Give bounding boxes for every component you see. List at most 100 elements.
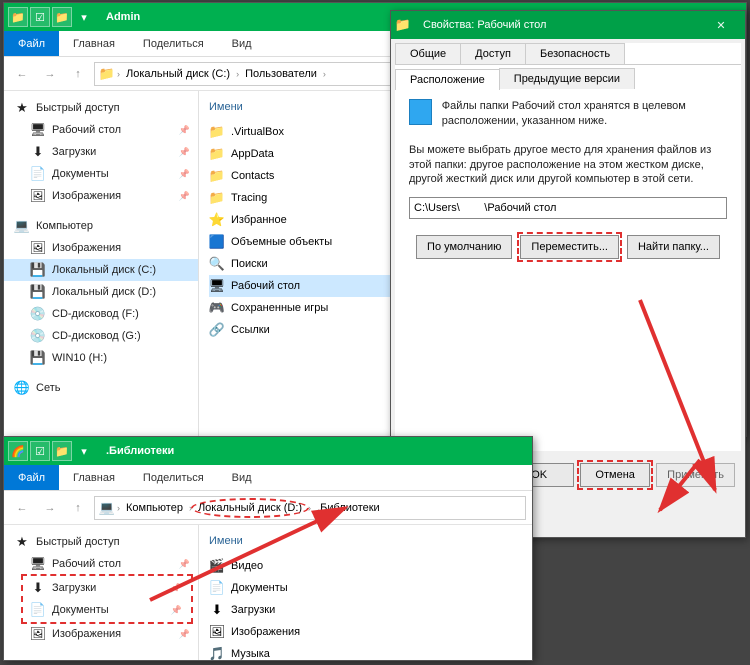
file-tab[interactable]: Файл [4, 31, 59, 56]
tree-computer[interactable]: 💻Компьютер [4, 215, 198, 237]
desktop-icon: 🖥 [30, 122, 46, 138]
up-button[interactable]: ↑ [66, 496, 90, 520]
link-icon: 🔗 [209, 322, 225, 338]
qat-btn[interactable]: 📁 [52, 441, 72, 461]
info-text-2: Вы можете выбрать другое место для хране… [409, 143, 727, 188]
drive-icon: 💾 [30, 262, 46, 278]
crumb[interactable]: Локальный диск (C:) [122, 68, 234, 80]
tab-security[interactable]: Безопасность [525, 43, 625, 64]
picture-icon: 🖼 [209, 624, 225, 640]
download-icon: ⬇ [209, 602, 225, 618]
tree-item[interactable]: 🖼Изображения [4, 237, 198, 259]
tab-row-2: Расположение Предыдущие версии [395, 65, 741, 89]
breadcrumb[interactable]: 💻 › Компьютер › Локальный диск (D:) › .Б… [94, 496, 526, 520]
folder-icon: 📁 [8, 7, 28, 27]
tree-win10[interactable]: 💾WIN10 (H:) [4, 347, 198, 369]
view-tab[interactable]: Вид [218, 31, 266, 56]
cd-icon: 💿 [30, 328, 46, 344]
video-icon: 🎬 [209, 558, 225, 574]
desktop-icon: 🖥 [30, 556, 46, 572]
qat-expand[interactable]: ▾ [74, 441, 94, 461]
tree-cd-f[interactable]: 💿CD-дисковод (F:) [4, 303, 198, 325]
cancel-button[interactable]: Отмена [580, 463, 650, 487]
qat-btn[interactable]: ☑ [30, 441, 50, 461]
tab-location[interactable]: Расположение [395, 69, 500, 90]
document-icon: 📄 [30, 602, 46, 618]
qat-expand[interactable]: ▾ [74, 7, 94, 27]
network-icon: 🌐 [14, 380, 30, 396]
crumb[interactable]: Компьютер [122, 502, 187, 514]
home-tab[interactable]: Главная [59, 465, 129, 490]
list-item[interactable]: 🖼Изображения [209, 621, 522, 643]
document-icon: 📄 [30, 166, 46, 182]
tree-cd-g[interactable]: 💿CD-дисковод (G:) [4, 325, 198, 347]
search-icon: 🔍 [209, 256, 225, 272]
quick-access[interactable]: ★Быстрый доступ [4, 531, 198, 553]
tree-pictures[interactable]: 🖼Изображения [4, 623, 198, 645]
close-button[interactable]: ✕ [701, 11, 741, 39]
forward-button[interactable]: → [38, 496, 62, 520]
apply-button[interactable]: Применить [656, 463, 735, 487]
window-title: .Библиотеки [106, 445, 174, 457]
download-icon: ⬇ [30, 580, 46, 596]
nav-tree: ★Быстрый доступ 🖥Рабочий стол ⬇Загрузки … [4, 525, 199, 660]
list-item[interactable]: 🎬Видео [209, 555, 522, 577]
folder-icon: 📁 [99, 66, 115, 82]
crumb-drive-d[interactable]: Локальный диск (D:) [194, 501, 306, 515]
info-text-1: Файлы папки Рабочий стол хранятся в целе… [442, 99, 727, 129]
tab-sharing[interactable]: Доступ [460, 43, 526, 64]
back-button[interactable]: ← [10, 62, 34, 86]
explorer-window-2: 🌈 ☑ 📁 ▾ .Библиотеки Файл Главная Поделит… [3, 436, 533, 661]
forward-button[interactable]: → [38, 62, 62, 86]
folder-large-icon [409, 99, 432, 125]
folder-icon: 📁 [209, 190, 225, 206]
column-header[interactable]: Имени [209, 535, 522, 547]
title-bar[interactable]: 🌈 ☑ 📁 ▾ .Библиотеки [4, 437, 532, 465]
file-tab[interactable]: Файл [4, 465, 59, 490]
move-button[interactable]: Переместить... [520, 235, 619, 259]
home-tab[interactable]: Главная [59, 31, 129, 56]
find-target-button[interactable]: Найти папку... [627, 235, 720, 259]
crumb[interactable]: Пользователи [241, 68, 321, 80]
tree-documents[interactable]: 📄Документы [4, 163, 198, 185]
tree-drive-c[interactable]: 💾Локальный диск (C:) [4, 259, 198, 281]
qat-btn[interactable]: 📁 [52, 7, 72, 27]
path-input[interactable] [409, 197, 727, 219]
list-item[interactable]: 📄Документы [209, 577, 522, 599]
file-list: Имени 🎬Видео 📄Документы ⬇Загрузки 🖼Изобр… [199, 525, 532, 660]
game-icon: 🎮 [209, 300, 225, 316]
tab-previous[interactable]: Предыдущие версии [499, 68, 635, 89]
quick-access[interactable]: ★Быстрый доступ [4, 97, 198, 119]
desktop-icon: 🖥 [209, 278, 225, 294]
back-button[interactable]: ← [10, 496, 34, 520]
dialog-title: Свойства: Рабочий стол [423, 19, 546, 31]
share-tab[interactable]: Поделиться [129, 31, 218, 56]
tree-documents[interactable]: 📄Документы [24, 599, 190, 621]
tree-desktop[interactable]: 🖥Рабочий стол [4, 119, 198, 141]
nav-bar: ← → ↑ 💻 › Компьютер › Локальный диск (D:… [4, 491, 532, 525]
folder-icon: 📁 [209, 124, 225, 140]
tree-desktop[interactable]: 🖥Рабочий стол [4, 553, 198, 575]
tree-downloads[interactable]: ⬇Загрузки [4, 141, 198, 163]
list-item[interactable]: ⬇Загрузки [209, 599, 522, 621]
restore-default-button[interactable]: По умолчанию [416, 235, 512, 259]
qat-btn[interactable]: ☑ [30, 7, 50, 27]
crumb[interactable]: .Библиотеки [313, 502, 384, 514]
share-tab[interactable]: Поделиться [129, 465, 218, 490]
picture-icon: 🖼 [30, 188, 46, 204]
up-button[interactable]: ↑ [66, 62, 90, 86]
tree-downloads[interactable]: ⬇Загрузки [24, 577, 190, 599]
folder-icon: 📁 [395, 17, 411, 33]
ribbon-tabs: Файл Главная Поделиться Вид [4, 465, 532, 491]
list-item[interactable]: 🎵Музыка [209, 643, 522, 665]
view-tab[interactable]: Вид [218, 465, 266, 490]
tab-row-1: Общие Доступ Безопасность [395, 43, 741, 65]
tree-pictures[interactable]: 🖼Изображения [4, 185, 198, 207]
tab-general[interactable]: Общие [395, 43, 461, 64]
tree-network[interactable]: 🌐Сеть [4, 377, 198, 399]
tree-drive-d[interactable]: 💾Локальный диск (D:) [4, 281, 198, 303]
star-icon: ★ [14, 534, 30, 550]
download-icon: ⬇ [30, 144, 46, 160]
dialog-title-bar[interactable]: 📁 Свойства: Рабочий стол ✕ [391, 11, 745, 39]
cube-icon: 🟦 [209, 234, 225, 250]
